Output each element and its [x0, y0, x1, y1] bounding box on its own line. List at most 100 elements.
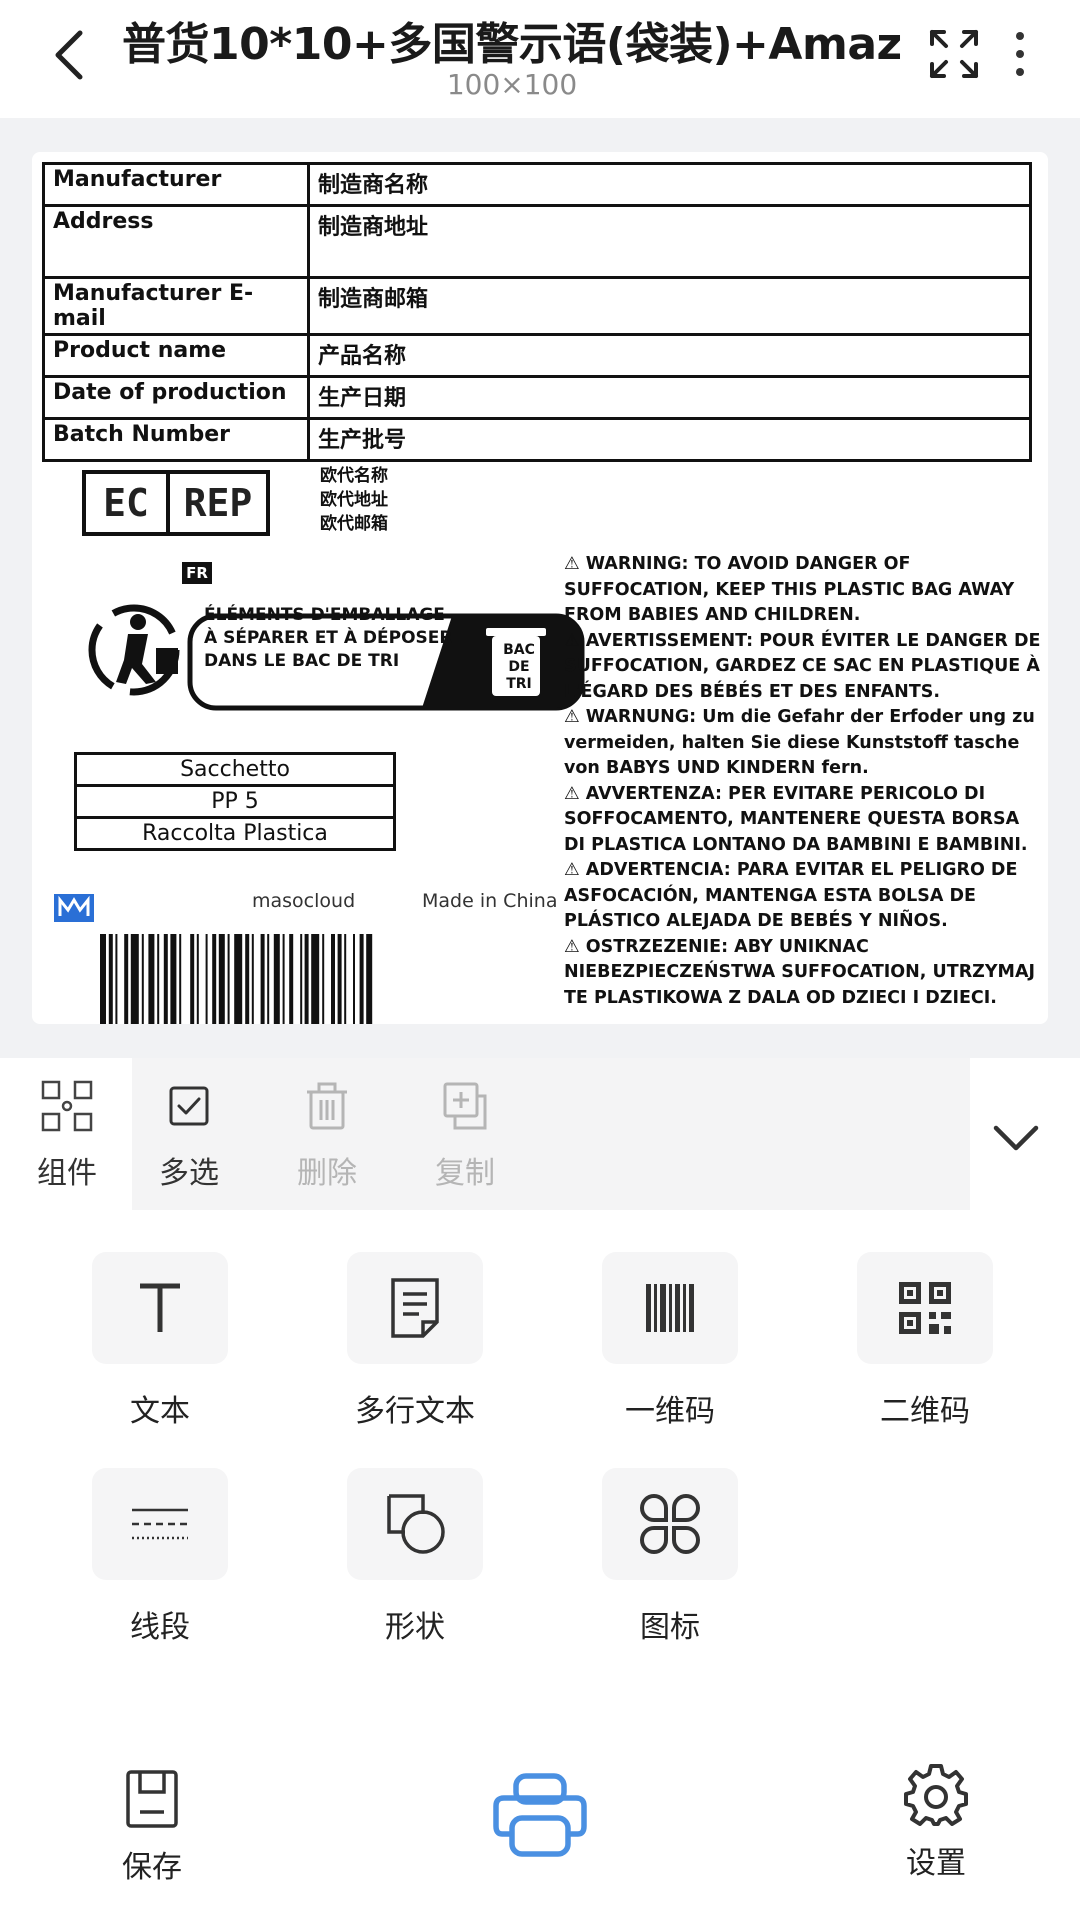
info-key: Address — [42, 204, 310, 279]
text-icon — [140, 1283, 180, 1332]
save-icon — [126, 1770, 178, 1828]
triman-line: ÉLÉMENTS D'EMBALLAGE — [204, 605, 445, 625]
info-value: 生产批号 — [307, 417, 1032, 462]
info-key: Manufacturer — [42, 162, 310, 207]
table-row: Product name 产品名称 — [42, 333, 1032, 378]
info-value: 制造商地址 — [307, 204, 1032, 279]
collapse-button[interactable] — [990, 1112, 1042, 1164]
trash-icon — [307, 1082, 347, 1130]
triman-bin-line: BAC — [503, 642, 535, 658]
component-tile — [347, 1468, 483, 1580]
component-tile — [347, 1252, 483, 1364]
fr-tag: FR — [182, 562, 212, 584]
edit-toolbar: 组件 多选 删除 复制 — [0, 1058, 1080, 1210]
warning-paragraph: ⚠ AVVERTENZA: PER EVITARE PERICOLO DI SO… — [564, 783, 1028, 855]
delete-label: 删除 — [297, 1156, 357, 1191]
component-label: 文本 — [130, 1394, 190, 1429]
table-row: Address 制造商地址 — [42, 204, 1032, 279]
info-value: 产品名称 — [307, 333, 1032, 378]
material-cell: Sacchetto — [74, 752, 396, 787]
line-icon — [132, 1508, 188, 1540]
page-title: 普货10*10+多国警示语(袋装)+Amazon — [122, 19, 902, 70]
table-row: Sacchetto — [74, 752, 396, 787]
triman-text: ÉLÉMENTS D'EMBALLAGE À SÉPARER ET À DÉPO… — [204, 604, 452, 673]
label-size: 100×100 — [446, 68, 578, 101]
component-tile — [857, 1252, 993, 1364]
multiline-text-icon — [391, 1278, 439, 1338]
components-tab[interactable]: 组件 — [12, 1078, 122, 1198]
component-label: 形状 — [385, 1610, 445, 1645]
multiselect-label: 多选 — [159, 1156, 219, 1191]
bottom-bar: 保存 设置 — [0, 1710, 1080, 1920]
expand-button[interactable] — [928, 28, 980, 80]
print-button[interactable] — [490, 1772, 590, 1858]
info-key: Date of production — [42, 375, 310, 420]
more-icon-dot — [1016, 68, 1024, 76]
chevron-down-icon — [993, 1125, 1039, 1151]
component-label: 线段 — [130, 1610, 190, 1645]
more-options-button[interactable] — [1000, 26, 1040, 82]
eu-rep-email: 欧代邮箱 — [320, 514, 388, 534]
info-key: Product name — [42, 333, 310, 378]
eu-rep-address: 欧代地址 — [320, 490, 388, 510]
ec-rep-mark: EC REP — [82, 470, 270, 536]
component-shape[interactable]: 形状 — [345, 1468, 485, 1648]
components-icon — [41, 1080, 93, 1132]
component-label: 二维码 — [880, 1394, 970, 1429]
component-text[interactable]: 文本 — [90, 1252, 230, 1432]
triman-line: À SÉPARER ET À DÉPOSER — [204, 628, 453, 648]
component-line[interactable]: 线段 — [90, 1468, 230, 1648]
save-button[interactable]: 保存 — [112, 1768, 192, 1886]
canvas-area[interactable]: Manufacturer 制造商名称 Address 制造商地址 Manufac… — [0, 118, 1080, 1058]
warning-paragraph: ⚠ WARNUNG: Um die Gefahr der Erfoder ung… — [564, 707, 1035, 778]
component-tile — [602, 1252, 738, 1364]
component-tile — [602, 1468, 738, 1580]
table-row: Manufacturer E-mail 制造商邮箱 — [42, 276, 1032, 336]
copy-button[interactable]: 复制 — [410, 1078, 520, 1198]
table-row: Raccolta Plastica — [74, 816, 396, 851]
save-label: 保存 — [122, 1850, 182, 1885]
chevron-left-icon — [55, 30, 83, 80]
components-label: 组件 — [37, 1156, 97, 1191]
table-row: PP 5 — [74, 784, 396, 819]
info-value: 生产日期 — [307, 375, 1032, 420]
copy-label: 复制 — [435, 1156, 495, 1191]
made-in-text: Made in China — [422, 890, 558, 912]
multiselect-button[interactable]: 多选 — [134, 1078, 244, 1198]
delete-button[interactable]: 删除 — [272, 1078, 382, 1198]
settings-button[interactable]: 设置 — [896, 1762, 976, 1882]
copy-icon — [443, 1082, 487, 1130]
component-icon[interactable]: 图标 — [600, 1468, 740, 1648]
triman-bin-line: TRI — [506, 676, 532, 692]
eu-rep-info: 欧代名称 欧代地址 欧代邮箱 — [320, 464, 388, 536]
warning-paragraph: ⚠ AVERTISSEMENT: POUR ÉVITER LE DANGER D… — [564, 630, 1041, 702]
table-row: Manufacturer 制造商名称 — [42, 162, 1032, 207]
qrcode-icon — [899, 1282, 951, 1334]
icon-library-icon — [640, 1494, 700, 1554]
component-tile — [92, 1252, 228, 1364]
material-table: Sacchetto PP 5 Raccolta Plastica — [74, 752, 396, 851]
checkbox-icon — [169, 1086, 209, 1126]
component-label: 图标 — [640, 1610, 700, 1645]
eu-rep-name: 欧代名称 — [320, 466, 388, 486]
label-preview[interactable]: Manufacturer 制造商名称 Address 制造商地址 Manufac… — [32, 152, 1048, 1024]
brand-text: masocloud — [252, 890, 356, 912]
header: 普货10*10+多国警示语(袋装)+Amazon 100×100 — [0, 0, 1080, 118]
expand-icon — [930, 30, 978, 78]
component-qrcode[interactable]: 二维码 — [855, 1252, 995, 1432]
info-value: 制造商邮箱 — [307, 276, 1032, 336]
warning-paragraph: ⚠ WARNING: TO AVOID DANGER OF SUFFOCATIO… — [564, 554, 1015, 625]
component-palette: 文本 多行文本 一维码 二维码 线段 形状 图标 — [0, 1210, 1080, 1710]
info-table: Manufacturer 制造商名称 Address 制造商地址 Manufac… — [42, 162, 1032, 462]
triman-bin-line: DE — [508, 659, 530, 675]
component-multiline-text[interactable]: 多行文本 — [345, 1252, 485, 1432]
warning-paragraph: ⚠ ADVERTENCIA: PARA EVITAR EL PELIGRO DE… — [564, 860, 1018, 931]
component-barcode[interactable]: 一维码 — [600, 1252, 740, 1432]
info-key: Manufacturer E-mail — [42, 276, 310, 336]
back-button[interactable] — [38, 20, 98, 90]
info-key: Batch Number — [42, 417, 310, 462]
component-label: 一维码 — [625, 1394, 715, 1429]
table-row: Date of production 生产日期 — [42, 375, 1032, 420]
ec-rep-left: EC — [86, 474, 170, 532]
masocloud-logo-icon — [54, 894, 94, 922]
